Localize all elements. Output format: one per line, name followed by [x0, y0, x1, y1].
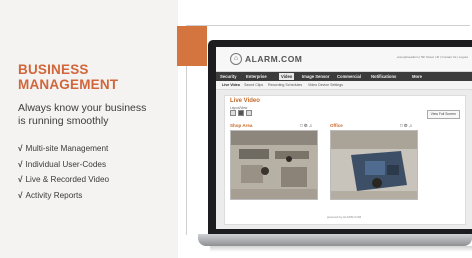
camera-title: Office — [330, 123, 343, 128]
camera-title: Shop Area — [230, 123, 253, 128]
nav-more[interactable]: More — [412, 73, 422, 80]
layout-single-button[interactable] — [230, 110, 236, 116]
nav-image-sensor[interactable]: Image Sensor — [302, 73, 329, 80]
marketing-panel: BUSINESS MANAGEMENT Always know your bus… — [0, 0, 178, 258]
camera-feed-shop-area[interactable] — [230, 130, 318, 200]
subnav-saved-clips[interactable]: Saved Clips — [244, 82, 263, 88]
tagline-line-1: Always know your business — [18, 102, 147, 114]
feature-list: √ Multi-site Management √ Individual User-… — [18, 141, 109, 203]
brand-logo-text[interactable]: ALARM.COM — [245, 54, 302, 64]
orange-accent-block — [177, 26, 207, 66]
main-nav: Security Enterprise Video Image Sensor C… — [216, 72, 472, 81]
view-full-screen-button[interactable]: View Full Screen — [426, 110, 460, 119]
feature-item: √ Multi-site Management — [18, 144, 109, 153]
tagline: Always know your business is running smo… — [18, 102, 174, 128]
layout-double-button[interactable] — [238, 110, 244, 116]
layout-quad-button[interactable] — [246, 110, 252, 116]
checkmark-icon: √ — [18, 144, 23, 153]
nav-video[interactable]: Video — [279, 73, 295, 80]
checkmark-icon: √ — [18, 190, 23, 200]
footer-text: powered by ALARM.COM — [326, 215, 362, 219]
camera-controls-icon[interactable]: □⚙♫ — [300, 123, 313, 129]
nav-commercial[interactable]: Commercial — [337, 73, 361, 80]
subnav-video-device-settings[interactable]: Video Device Settings — [308, 82, 343, 88]
section-title: Live Video — [230, 98, 260, 104]
laptop-screen: ⌂ ALARM.COM enterpriseadmin | 5th Street… — [216, 47, 472, 229]
user-links[interactable]: enterpriseadmin | 5th Street | ⚙ | Conta… — [397, 55, 468, 59]
nav-enterprise[interactable]: Enterprise — [246, 73, 267, 80]
laptop-shadow — [210, 246, 472, 252]
nav-notifications[interactable]: Notifications — [371, 73, 396, 80]
subnav-recording-schedules[interactable]: Recording Schedules — [268, 82, 302, 88]
headline-line-1: BUSINESS — [18, 62, 89, 77]
frame-line-top — [186, 25, 470, 26]
feature-item: √ Activity Reports — [18, 190, 83, 200]
subnav-live-video[interactable]: Live Video — [222, 82, 240, 88]
camera-feed-office[interactable] — [330, 130, 418, 200]
laptop-base — [198, 234, 472, 246]
checkmark-icon: √ — [18, 175, 23, 184]
camera-controls-icon[interactable]: □⚙♫ — [400, 123, 413, 129]
alarm-logo-icon: ⌂ — [230, 53, 242, 65]
shop-area-feed-image — [231, 131, 317, 199]
checkmark-icon: √ — [18, 159, 23, 169]
headline-line-2: MANAGEMENT — [18, 77, 119, 92]
nav-security[interactable]: Security — [220, 73, 237, 80]
headline: BUSINESS MANAGEMENT — [18, 62, 118, 92]
feature-item: √ Live & Recorded Video — [18, 175, 110, 184]
office-feed-image — [331, 131, 417, 199]
tagline-line-2: is running smoothly — [18, 115, 109, 127]
app-header: ⌂ ALARM.COM enterpriseadmin | 5th Street… — [216, 47, 472, 72]
video-subnav: Live Video Saved Clips Recording Schedul… — [216, 81, 472, 90]
feature-item: √ Individual User-Codes — [18, 159, 107, 169]
